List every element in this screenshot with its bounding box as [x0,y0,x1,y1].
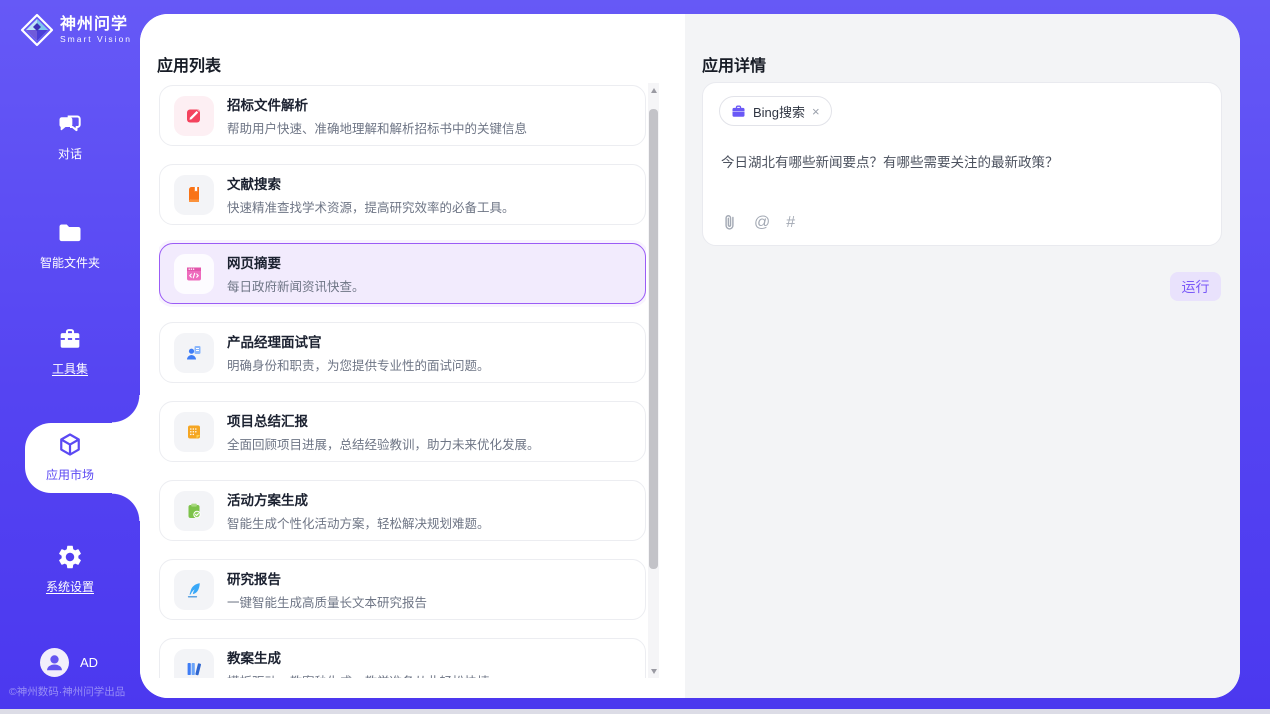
app-name: 产品经理面试官 [227,331,490,351]
prompt-input-card[interactable]: Bing搜索 × 今日湖北有哪些新闻要点？有哪些需要关注的最新政策？ @ # [702,82,1222,246]
sidebar-item-label: 系统设置 [46,578,94,595]
app-name: 研究报告 [227,568,427,588]
sidebar-item-label: 智能文件夹 [40,254,100,271]
clipboard-check-icon [174,491,214,531]
scroll-down-button[interactable] [648,664,659,678]
tool-chip-label: Bing搜索 [753,102,805,121]
sidebar-item-label: 应用市场 [46,466,94,483]
sidebar-item-label: 对话 [58,145,82,162]
app-desc: 一键智能生成高质量长文本研究报告 [227,592,427,611]
run-button[interactable]: 运行 [1170,272,1221,301]
list-scrollbar[interactable] [648,83,659,678]
chat-icon [56,110,84,138]
scrollbar-thumb[interactable] [649,109,658,569]
app-detail-title: 应用详情 [702,52,766,76]
app-list-scroll-area: 招标文件解析 帮助用户快速、准确地理解和解析招标书中的关键信息 文献搜索 [159,84,646,678]
sidebar-item-settings[interactable]: 系统设置 [0,543,140,595]
sidebar-item-toolset[interactable]: 工具集 [0,325,140,377]
app-card-literature-search[interactable]: 文献搜索 快速精准查找学术资源，提高研究效率的必备工具。 [159,164,646,225]
app-card-lesson-plan[interactable]: 教案生成 模板驱动，教案秒生成，教学准备从此轻松快捷 [159,638,646,678]
app-name: 教案生成 [227,647,490,667]
brand-subtitle: Smart Vision [60,35,132,44]
input-toolbar: @ # [721,213,795,232]
app-name: 网页摘要 [227,252,365,272]
books-icon [174,649,214,679]
sidebar-item-app-market[interactable]: 应用市场 [0,431,140,483]
app-desc: 智能生成个性化活动方案，轻松解决规划难题。 [227,513,490,532]
attachment-icon[interactable] [721,213,738,232]
copyright-footer: ©神州数码·神州问学出品 [9,684,140,699]
hash-icon[interactable]: # [786,215,795,231]
app-name: 招标文件解析 [227,94,527,114]
person-icon [40,648,69,677]
tool-chip-bing-search[interactable]: Bing搜索 × [719,96,832,126]
app-desc: 快速精准查找学术资源，提高研究效率的必备工具。 [227,197,515,216]
browser-code-icon [174,254,214,294]
app-name: 文献搜索 [227,173,515,193]
app-desc: 模板驱动，教案秒生成，教学准备从此轻松快捷 [227,671,490,678]
book-icon [174,175,214,215]
sidebar-item-chat[interactable]: 对话 [0,110,140,162]
app-card-project-summary[interactable]: 项目总结汇报 全面回顾项目进展，总结经验教训，助力未来优化发展。 [159,401,646,462]
mention-icon[interactable]: @ [754,215,770,231]
user-name: AD [80,655,98,670]
app-detail-panel: 应用详情 Bing搜索 × 今日湖北有哪些新闻要点？有哪些需要关注的最新政策？ … [685,14,1240,698]
toolbox-icon [55,325,85,353]
gear-icon [56,543,84,571]
app-name: 项目总结汇报 [227,410,540,430]
tab-fillet-top [112,395,140,423]
quill-icon [174,570,214,610]
user-account[interactable]: AD [40,648,98,677]
app-desc: 每日政府新闻资讯快查。 [227,276,365,295]
app-card-web-summary-selected[interactable]: 网页摘要 每日政府新闻资讯快查。 [159,243,646,304]
app-card-pm-interviewer[interactable]: 产品经理面试官 明确身份和职责，为您提供专业性的面试问题。 [159,322,646,383]
app-card-bid-parsing[interactable]: 招标文件解析 帮助用户快速、准确地理解和解析招标书中的关键信息 [159,85,646,146]
avatar [40,648,69,677]
app-window: 神州问学 Smart Vision 对话 智能文件夹 工具集 应 [0,0,1270,714]
briefcase-icon [731,104,746,119]
app-desc: 全面回顾项目进展，总结经验教训，助力未来优化发展。 [227,434,540,453]
gem-logo-icon [20,13,54,47]
bottom-edge-strip [0,709,1270,714]
app-list-title: 应用列表 [157,52,221,76]
chip-close-icon[interactable]: × [812,105,820,118]
tab-fillet-bottom [112,493,140,521]
edit-square-icon [174,96,214,136]
brand-logo: 神州问学 Smart Vision [20,13,132,47]
app-list-panel: 应用列表 招标文件解析 帮助用户快速、准确地理解和解析招标书中的关键信息 [140,14,685,698]
app-name: 活动方案生成 [227,489,490,509]
prompt-text[interactable]: 今日湖北有哪些新闻要点？有哪些需要关注的最新政策？ [721,151,1211,171]
sidebar-item-label: 工具集 [52,360,88,377]
brand-name: 神州问学 [60,16,132,34]
memo-icon [174,412,214,452]
app-card-research-report[interactable]: 研究报告 一键智能生成高质量长文本研究报告 [159,559,646,620]
app-card-event-plan[interactable]: 活动方案生成 智能生成个性化活动方案，轻松解决规划难题。 [159,480,646,541]
cube-icon [56,431,84,459]
folder-icon [56,219,84,247]
app-desc: 明确身份和职责，为您提供专业性的面试问题。 [227,355,490,374]
content-area: 应用列表 招标文件解析 帮助用户快速、准确地理解和解析招标书中的关键信息 [140,14,1240,698]
scroll-up-button[interactable] [648,83,659,97]
interviewer-icon [174,333,214,373]
sidebar-item-smart-folder[interactable]: 智能文件夹 [0,219,140,271]
app-desc: 帮助用户快速、准确地理解和解析招标书中的关键信息 [227,118,527,137]
